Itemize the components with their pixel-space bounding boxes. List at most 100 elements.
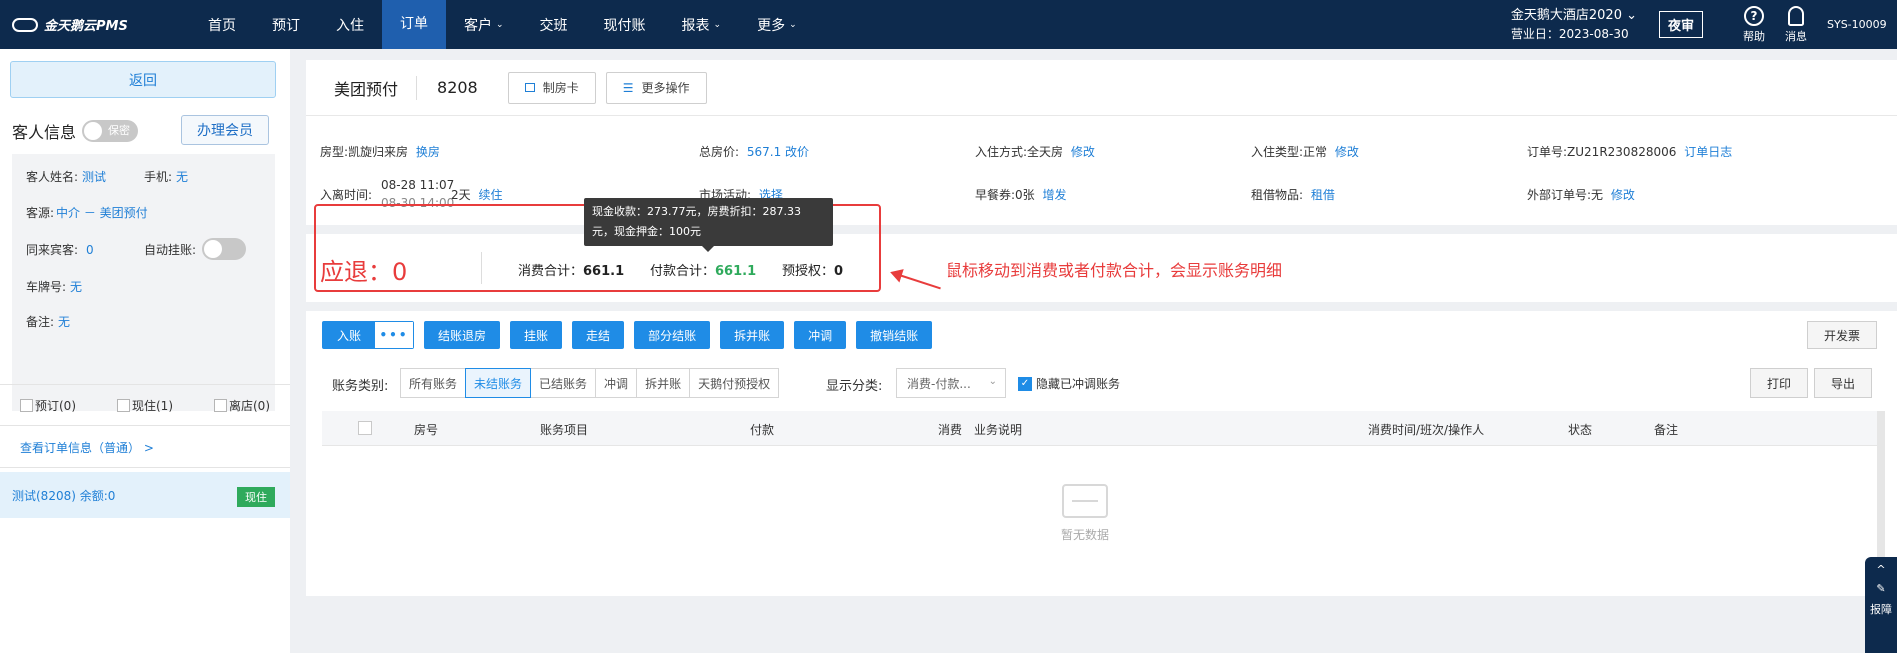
category-split-merge[interactable]: 拆并账 [636, 368, 691, 398]
nav-checkin[interactable]: 入住 [318, 0, 382, 49]
list-icon: ☰ [622, 80, 634, 95]
view-order-link[interactable]: 查看订单信息（普通） > [20, 439, 154, 456]
nav-home[interactable]: 首页 [190, 0, 254, 49]
divider [0, 425, 290, 426]
check-icon: ✓ [1018, 376, 1032, 391]
col-time-shift-operator: 消费时间/班次/操作人 [1368, 423, 1485, 437]
nav-shift[interactable]: 交班 [522, 0, 586, 49]
hotel-selector[interactable]: 金天鹅大酒店2020 ⌄ 营业日：2023-08-30 [1511, 7, 1637, 43]
nav-orders[interactable]: 订单 [382, 0, 446, 49]
phone-value[interactable]: 无 [176, 168, 188, 185]
chevron-down-icon: ⌄ [988, 376, 997, 387]
annotation-text: 鼠标移动到消费或者付款合计，会显示账务明细 [946, 261, 1283, 280]
help-button[interactable]: ? 帮助 [1743, 5, 1765, 44]
guest-info-header: 客人信息 保密 [12, 119, 139, 143]
room-list-item[interactable]: 测试(8208) 余额:0 现住 [0, 472, 290, 518]
top-navbar: 金天鹅云PMS 首页 预订 入住 订单 客户 ⌄ 交班 现付账 报表 ⌄ 更多 ⌄ 金… [0, 0, 1897, 49]
undo-settle-button[interactable]: 撤销结账 [856, 321, 933, 349]
guest-info-box: 客人姓名: 测试 手机: 无 客源: 中介 － 美团预付 同来宾客: 0 自动挂… [12, 154, 275, 411]
report-issue-floating-tab[interactable]: ^ ✎ 报障 [1865, 557, 1897, 653]
post-entry-more-button[interactable]: ••• [375, 322, 414, 348]
divider [0, 384, 290, 385]
card-icon [524, 83, 535, 92]
col-status: 状态 [1568, 423, 1593, 437]
billing-toolbar: 入账 ••• 结账退房 挂账 走结 部分结账 拆并账 冲调 撤销结账 [322, 321, 933, 349]
nav-more[interactable]: 更多 ⌄ [739, 0, 815, 49]
stay-filter-checks: 预订(0) 现住(1) 离店(0) [20, 397, 311, 414]
app-logo[interactable]: 金天鹅云PMS [0, 15, 190, 34]
order-header: 美团预付 8208 制房卡 ☰ 更多操作 [306, 60, 1897, 116]
category-segmented-control: 所有账务 未结账务 已结账务 冲调 拆并账 天鹅付预授权 [400, 368, 780, 398]
checkin-mode-field: 入住方式:全天房 修改 [975, 145, 1095, 159]
night-audit-button[interactable]: 夜审 [1658, 11, 1703, 38]
issue-breakfast-link[interactable]: 增发 [1043, 188, 1067, 202]
split-merge-button[interactable]: 拆并账 [720, 321, 785, 349]
hotel-name: 金天鹅大酒店2020 ⌄ [1510, 7, 1637, 23]
category-adjusted[interactable]: 冲调 [595, 368, 638, 398]
order-room-number: 8208 [437, 78, 478, 97]
auto-hang-toggle[interactable] [202, 238, 247, 260]
member-button[interactable]: 办理会员 [181, 115, 269, 145]
change-room-link[interactable]: 换房 [416, 145, 440, 159]
print-button[interactable]: 打印 [1750, 368, 1809, 398]
post-entry-split-button: 入账 ••• [322, 321, 415, 349]
nav-booking[interactable]: 预订 [254, 0, 318, 49]
back-button[interactable]: 返回 [10, 61, 276, 98]
col-description: 业务说明 [974, 423, 1023, 437]
checkbox-reserved[interactable]: 预订(0) [20, 397, 117, 414]
checkbox-in-house[interactable]: 现住(1) [117, 397, 214, 414]
checkin-type-field: 入住类型:正常 修改 [1251, 145, 1359, 159]
post-entry-button[interactable]: 入账 [323, 322, 376, 348]
user-account[interactable]: SYS-10009 [1827, 18, 1897, 31]
plate-value[interactable]: 无 [70, 278, 82, 295]
category-unsettled[interactable]: 未结账务 [465, 368, 532, 398]
hide-adjusted-checkbox[interactable]: ✓ 隐藏已冲调账务 [1018, 375, 1120, 392]
breakfast-field: 早餐券:0张 增发 [975, 188, 1067, 202]
nav-cash-account[interactable]: 现付账 [586, 0, 664, 49]
guest-name-link[interactable]: 测试 [82, 168, 106, 185]
wrench-icon: ✎ [1876, 582, 1886, 595]
hang-account-button[interactable]: 挂账 [510, 321, 563, 349]
messages-button[interactable]: 消息 [1785, 5, 1807, 44]
payment-detail-tooltip: 现金收款：273.77元，房费折扣：287.33 元，现金押金：100元 [584, 198, 833, 252]
partial-settle-button[interactable]: 部分结账 [634, 321, 711, 349]
make-card-button[interactable]: 制房卡 [507, 71, 596, 104]
order-log-link[interactable]: 订单日志 [1684, 145, 1732, 159]
change-price-link[interactable]: 567.1 改价 [747, 145, 809, 159]
source-value[interactable]: 中介 － 美团预付 [56, 204, 148, 221]
checkbox-departed[interactable]: 离店(0) [214, 397, 311, 414]
status-badge: 现住 [237, 487, 275, 507]
modify-checkin-mode-link[interactable]: 修改 [1071, 145, 1095, 159]
messages-label: 消息 [1785, 29, 1807, 43]
checkout-button[interactable]: 结账退房 [424, 321, 501, 349]
modify-checkin-type-link[interactable]: 修改 [1335, 145, 1359, 159]
walk-settle-button[interactable]: 走结 [572, 321, 625, 349]
modify-external-order-link[interactable]: 修改 [1611, 188, 1635, 202]
remark-value[interactable]: 无 [58, 313, 70, 330]
chevron-down-icon: ⌄ [496, 19, 504, 30]
col-consume: 消费 [938, 423, 963, 437]
export-button[interactable]: 导出 [1814, 368, 1873, 398]
rental-link[interactable]: 租借 [1311, 188, 1335, 202]
category-all[interactable]: 所有账务 [400, 368, 467, 398]
invoice-button[interactable]: 开发票 [1806, 321, 1877, 349]
more-operations-button[interactable]: ☰ 更多操作 [605, 71, 707, 104]
privacy-toggle[interactable]: 保密 [82, 120, 139, 142]
logo-text: 金天鹅云PMS [44, 19, 128, 34]
select-all-checkbox[interactable] [358, 421, 372, 435]
companions-value[interactable]: 0 [86, 243, 94, 257]
auto-hang-row: 自动挂账: [144, 238, 247, 260]
category-settled[interactable]: 已结账务 [530, 368, 597, 398]
nav-customers[interactable]: 客户 ⌄ [446, 0, 522, 49]
adjust-button[interactable]: 冲调 [794, 321, 847, 349]
chevron-down-icon: ⌄ [789, 19, 797, 30]
main-nav: 首页 预订 入住 订单 客户 ⌄ 交班 现付账 报表 ⌄ 更多 ⌄ [190, 0, 815, 49]
help-icon: ? [1744, 5, 1764, 26]
stay-days: 2天 续住 [451, 188, 503, 202]
billing-card: 入账 ••• 结账退房 挂账 走结 部分结账 拆并账 冲调 撤销结账 开发票 账… [306, 311, 1897, 596]
display-category-select[interactable]: 消费-付款... ⌄ [896, 368, 1006, 398]
extend-stay-link[interactable]: 续住 [478, 188, 502, 202]
category-preauth[interactable]: 天鹅付预授权 [689, 368, 780, 398]
total-price-field: 总房价: 567.1 改价 [699, 145, 810, 159]
nav-reports[interactable]: 报表 ⌄ [664, 0, 740, 49]
